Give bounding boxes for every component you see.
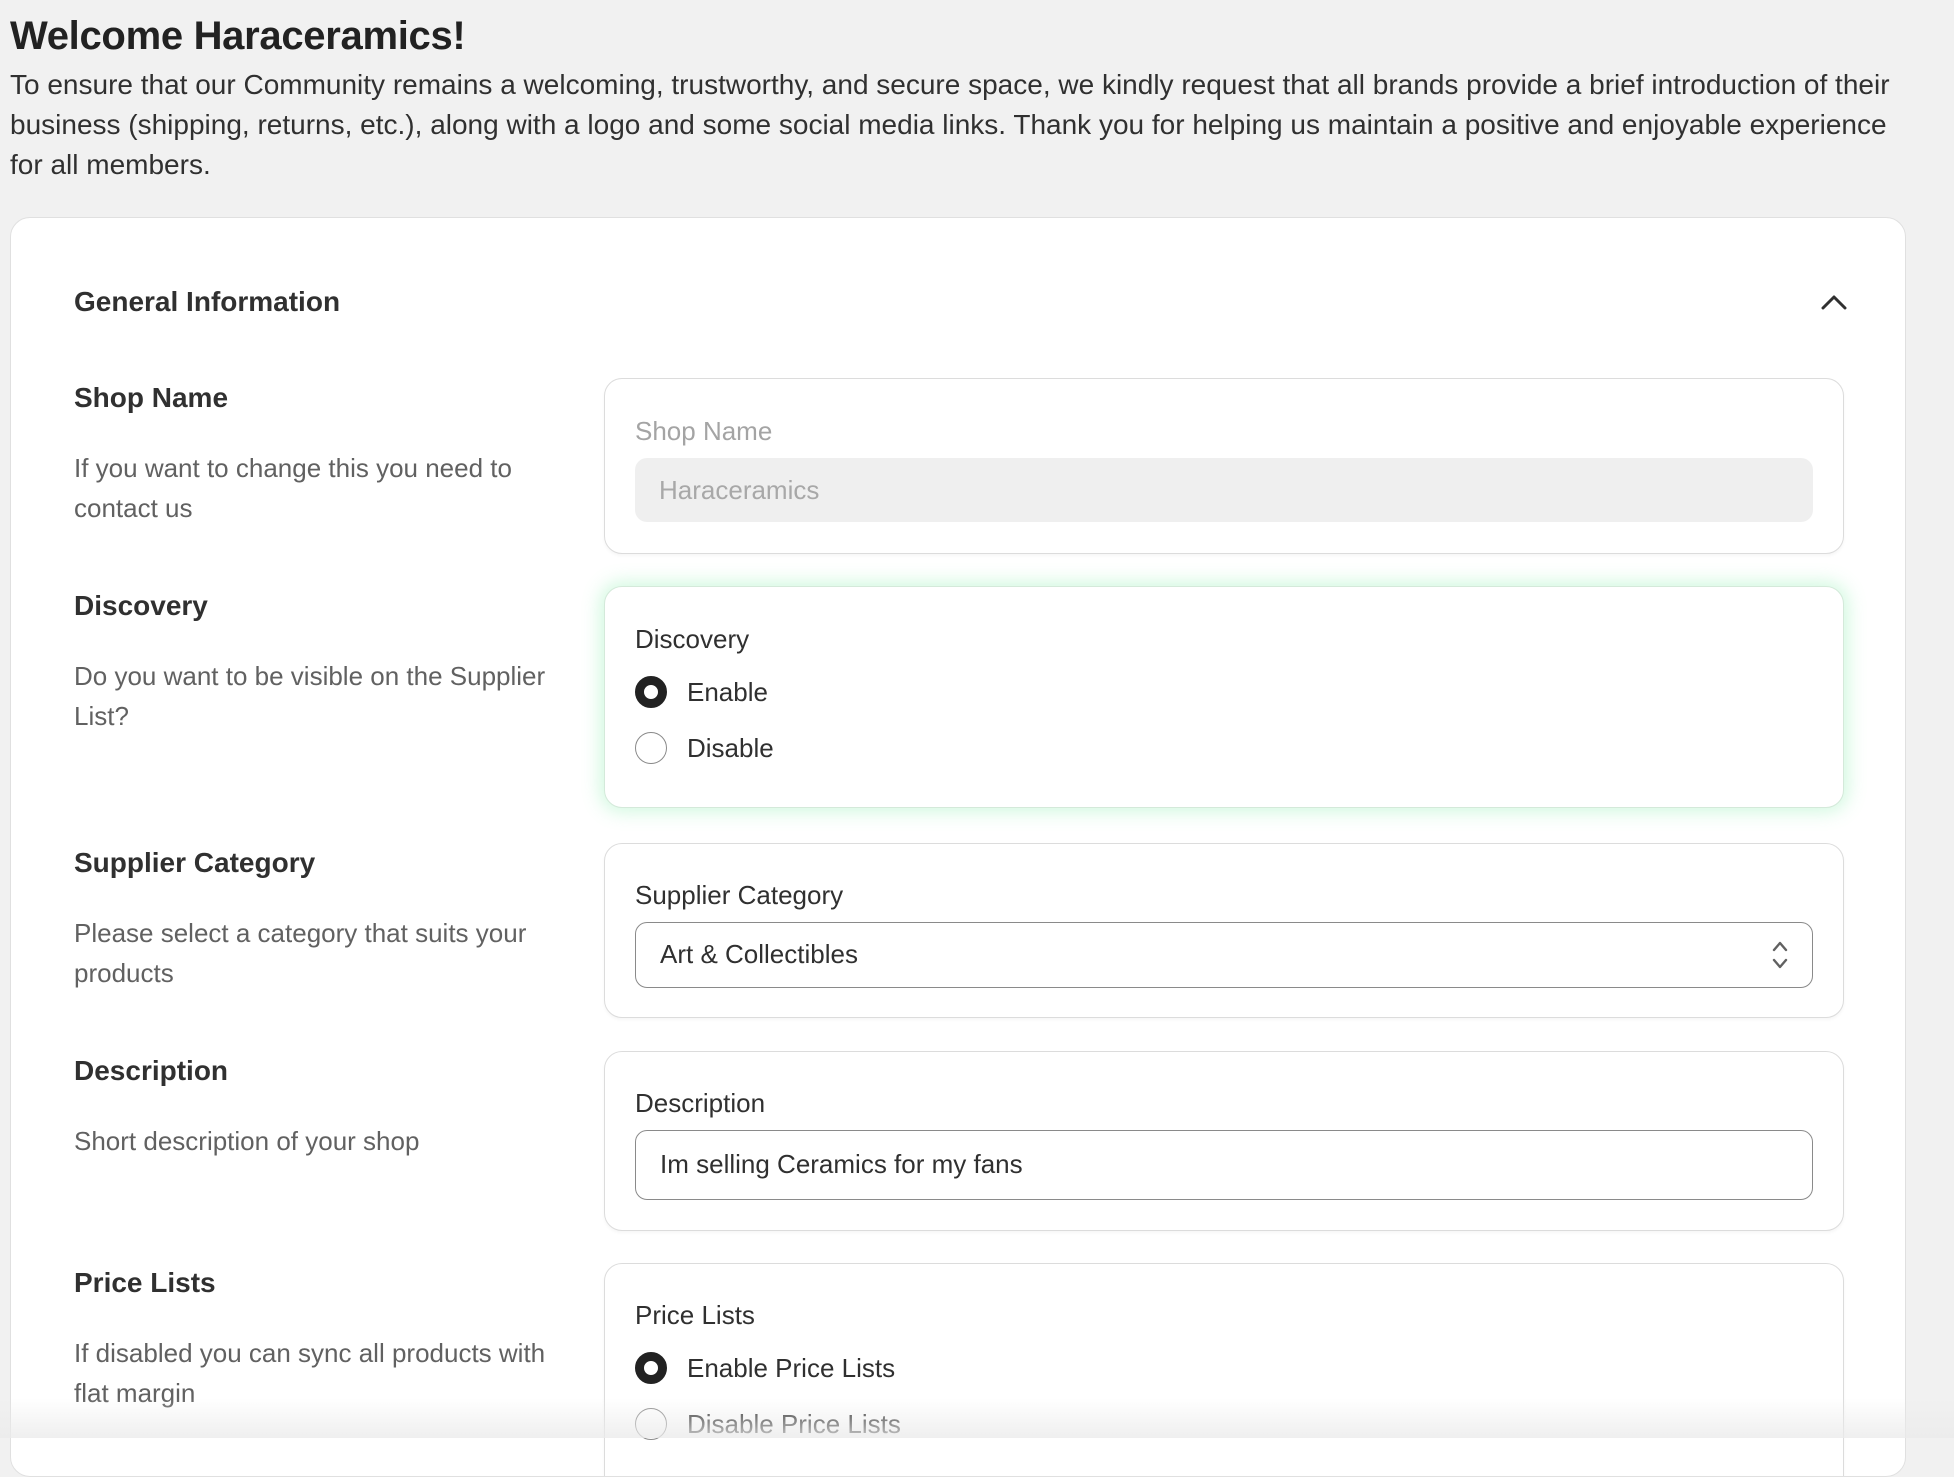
description-row: Description Short description of your sh…: [74, 1051, 1854, 1231]
select-arrows-icon: [1772, 938, 1788, 972]
description-description: Short description of your shop: [74, 1121, 564, 1161]
discovery-option-disable[interactable]: Disable: [635, 728, 774, 768]
section-header[interactable]: General Information: [74, 282, 1854, 322]
supplier-category-title: Supplier Category: [74, 843, 564, 883]
discovery-field-box: Discovery Enable Disable: [604, 586, 1844, 808]
description-input[interactable]: Im selling Ceramics for my fans: [635, 1130, 1813, 1200]
discovery-title: Discovery: [74, 586, 564, 626]
discovery-description: Do you want to be visible on the Supplie…: [74, 656, 564, 736]
discovery-option-label: Enable: [687, 677, 768, 708]
shop-name-row: Shop Name If you want to change this you…: [74, 378, 1854, 578]
shop-name-field-label: Shop Name: [635, 414, 772, 448]
radio-button[interactable]: [635, 1408, 667, 1440]
discovery-option-enable[interactable]: Enable: [635, 672, 768, 712]
description-info: Description Short description of your sh…: [74, 1051, 564, 1161]
page-header: Welcome Haraceramics! To ensure that our…: [10, 14, 1910, 185]
price-lists-option-enable[interactable]: Enable Price Lists: [635, 1348, 895, 1388]
shop-name-info: Shop Name If you want to change this you…: [74, 378, 564, 528]
description-field-box: Description Im selling Ceramics for my f…: [604, 1051, 1844, 1231]
discovery-info: Discovery Do you want to be visible on t…: [74, 586, 564, 736]
supplier-category-selected-value: Art & Collectibles: [660, 939, 858, 969]
price-lists-field-box: Price Lists Enable Price Lists Disable P…: [604, 1263, 1844, 1477]
chevron-up-icon: [1821, 294, 1847, 310]
discovery-option-label: Disable: [687, 733, 774, 764]
description-title: Description: [74, 1051, 564, 1091]
supplier-category-info: Supplier Category Please select a catego…: [74, 843, 564, 993]
supplier-category-field-label: Supplier Category: [635, 878, 843, 912]
shop-name-field-box: Shop Name Haraceramics: [604, 378, 1844, 554]
page-title: Welcome Haraceramics!: [10, 14, 1910, 59]
supplier-category-select[interactable]: Art & Collectibles: [635, 922, 1813, 988]
shop-name-description: If you want to change this you need to c…: [74, 448, 564, 528]
price-lists-field-label: Price Lists: [635, 1298, 755, 1332]
supplier-category-field-box: Supplier Category Art & Collectibles: [604, 843, 1844, 1018]
page-intro: To ensure that our Community remains a w…: [10, 65, 1910, 185]
price-lists-title: Price Lists: [74, 1263, 564, 1303]
general-information-card: General Information Shop Name If you wan…: [10, 217, 1906, 1477]
shop-name-input[interactable]: Haraceramics: [635, 458, 1813, 522]
price-lists-description: If disabled you can sync all products wi…: [74, 1333, 564, 1413]
shop-name-title: Shop Name: [74, 378, 564, 418]
discovery-field-label: Discovery: [635, 622, 749, 656]
price-lists-row: Price Lists If disabled you can sync all…: [74, 1263, 1854, 1477]
price-lists-info: Price Lists If disabled you can sync all…: [74, 1263, 564, 1413]
radio-button-checked[interactable]: [635, 676, 667, 708]
supplier-category-description: Please select a category that suits your…: [74, 913, 564, 993]
description-field-label: Description: [635, 1086, 765, 1120]
collapse-button[interactable]: [1814, 282, 1854, 322]
radio-button-checked[interactable]: [635, 1352, 667, 1384]
price-lists-option-label: Disable Price Lists: [687, 1409, 901, 1440]
discovery-row: Discovery Do you want to be visible on t…: [74, 586, 1854, 816]
section-title: General Information: [74, 282, 1854, 322]
price-lists-option-disable[interactable]: Disable Price Lists: [635, 1404, 901, 1444]
price-lists-option-label: Enable Price Lists: [687, 1353, 895, 1384]
supplier-category-row: Supplier Category Please select a catego…: [74, 843, 1854, 1023]
radio-button[interactable]: [635, 732, 667, 764]
